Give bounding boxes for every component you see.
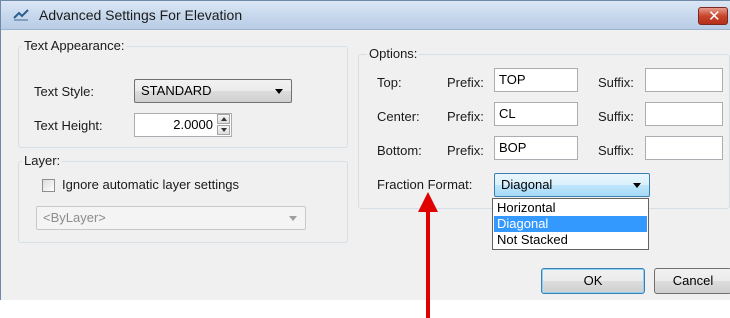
layer-group — [18, 161, 348, 243]
bottom-suffix-label: Suffix: — [598, 143, 634, 158]
annotation-arrow-icon — [418, 192, 438, 318]
layer-combo: <ByLayer> — [36, 206, 306, 230]
text-style-value: STANDARD — [141, 83, 212, 98]
window-title: Advanced Settings For Elevation — [39, 7, 243, 23]
bottom-prefix-value: BOP — [499, 140, 527, 155]
text-height-label: Text Height: — [34, 118, 103, 133]
dialog-window: Advanced Settings For Elevation ✕ Text A… — [0, 0, 730, 300]
fraction-format-label: Fraction Format: — [377, 177, 473, 192]
chevron-down-icon — [289, 216, 297, 221]
app-icon — [13, 9, 29, 21]
text-style-label: Text Style: — [34, 84, 94, 99]
top-suffix-label: Suffix: — [598, 75, 634, 90]
arrow-up-icon — [221, 117, 227, 121]
layer-group-label: Layer: — [22, 153, 63, 168]
text-height-value: 2.0000 — [173, 117, 213, 132]
center-prefix-field[interactable]: CL — [494, 102, 578, 126]
text-appearance-label: Text Appearance: — [22, 38, 127, 53]
top-prefix-value: TOP — [499, 72, 526, 87]
close-button[interactable]: ✕ — [698, 7, 728, 25]
top-prefix-label: Prefix: — [447, 75, 484, 90]
text-style-combo[interactable]: STANDARD — [134, 79, 292, 103]
center-prefix-value: CL — [499, 106, 516, 121]
bottom-prefix-field[interactable]: BOP — [494, 136, 578, 160]
center-prefix-label: Prefix: — [447, 109, 484, 124]
dropdown-option-diagonal[interactable]: Diagonal — [494, 216, 647, 232]
stepper-up-button[interactable] — [217, 114, 230, 124]
chevron-down-icon — [633, 183, 641, 188]
layer-value: <ByLayer> — [43, 210, 106, 225]
top-label: Top: — [377, 75, 402, 90]
cancel-button[interactable]: Cancel — [654, 268, 730, 294]
top-prefix-field[interactable]: TOP — [494, 68, 578, 92]
top-suffix-field[interactable] — [645, 68, 723, 92]
bottom-suffix-field[interactable] — [645, 136, 723, 160]
chevron-down-icon — [275, 89, 283, 94]
ok-button[interactable]: OK — [541, 268, 645, 294]
ignore-layer-checkbox[interactable] — [42, 179, 55, 192]
fraction-format-value: Diagonal — [501, 177, 553, 192]
options-group-label: Options: — [367, 46, 420, 61]
center-label: Center: — [377, 109, 420, 124]
center-suffix-field[interactable] — [645, 102, 723, 126]
center-suffix-label: Suffix: — [598, 109, 634, 124]
fraction-format-combo[interactable]: Diagonal — [494, 173, 650, 197]
dropdown-option-horizontal[interactable]: Horizontal — [494, 200, 647, 216]
title-bar[interactable]: Advanced Settings For Elevation ✕ — [1, 1, 730, 30]
fraction-format-dropdown-list[interactable]: Horizontal Diagonal Not Stacked — [492, 198, 649, 250]
bottom-prefix-label: Prefix: — [447, 143, 484, 158]
dropdown-option-not-stacked[interactable]: Not Stacked — [494, 232, 647, 248]
ignore-layer-label[interactable]: Ignore automatic layer settings — [62, 177, 239, 192]
close-icon: ✕ — [708, 8, 721, 25]
stepper-down-button[interactable] — [217, 125, 230, 135]
bottom-label: Bottom: — [377, 143, 422, 158]
text-height-stepper[interactable] — [217, 114, 231, 136]
arrow-down-icon — [221, 128, 227, 132]
